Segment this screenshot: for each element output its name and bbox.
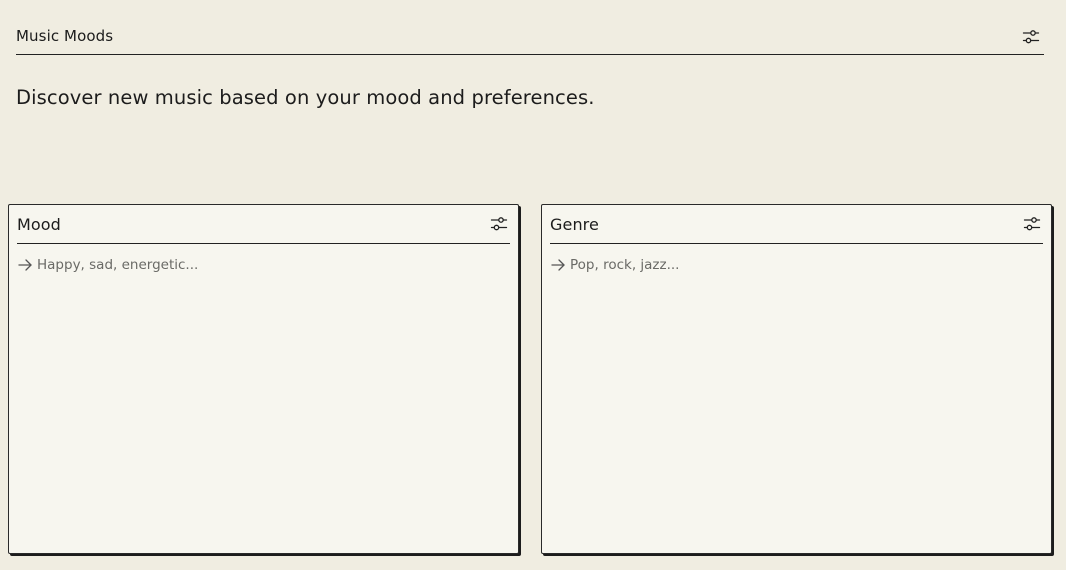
arrow-right-icon xyxy=(550,257,566,273)
mood-panel-header: Mood xyxy=(17,205,510,244)
sliders-icon[interactable] xyxy=(1022,28,1040,46)
app-header: Music Moods xyxy=(16,18,1044,55)
mood-input[interactable]: Happy, sad, energetic... xyxy=(17,256,198,274)
genre-panel-title: Genre xyxy=(550,215,599,234)
arrow-right-icon xyxy=(17,257,33,273)
sliders-icon[interactable] xyxy=(1023,215,1041,233)
mood-input-placeholder: Happy, sad, energetic... xyxy=(37,257,199,273)
intro-text: Discover new music based on your mood an… xyxy=(16,86,595,109)
mood-panel: Mood Happy, sad, energetic... xyxy=(8,204,519,554)
mood-panel-title: Mood xyxy=(17,215,61,234)
genre-input[interactable]: Pop, rock, jazz... xyxy=(550,256,679,274)
genre-panel-header: Genre xyxy=(550,205,1043,244)
sliders-icon[interactable] xyxy=(490,215,508,233)
genre-input-placeholder: Pop, rock, jazz... xyxy=(570,257,680,273)
genre-panel: Genre Pop, rock, jazz... xyxy=(541,204,1052,554)
app-title: Music Moods xyxy=(16,27,114,45)
